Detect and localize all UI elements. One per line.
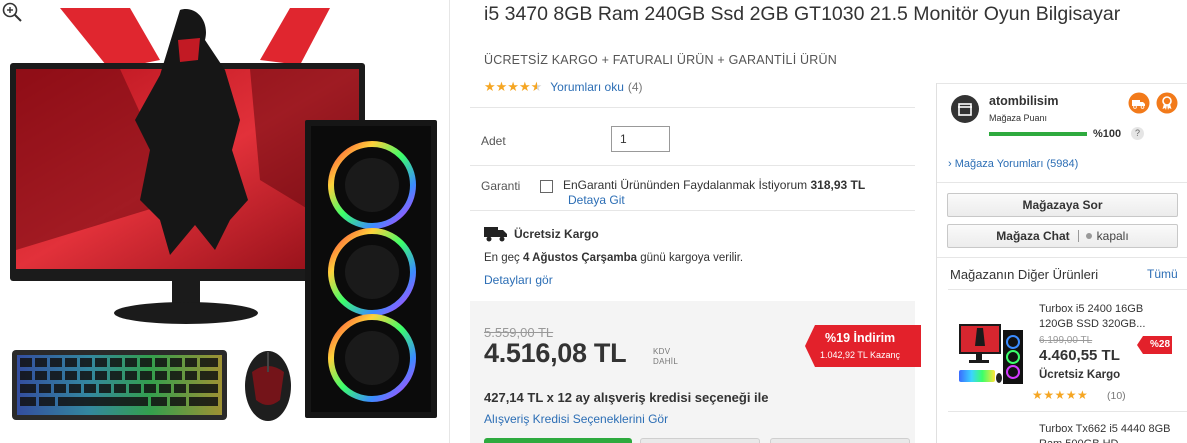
other-product-shipping: Ücretsiz Kargo (1039, 369, 1121, 381)
warranty-option-text: EnGaranti Ürününden Faydalanmak İstiyoru… (563, 178, 808, 192)
keyboard (12, 350, 227, 420)
vat-line-2: DAHİL (653, 357, 679, 366)
store-chat-button[interactable]: Mağaza Chat kapalı (947, 224, 1178, 248)
shipping-date: En geç 4 Ağustos Çarşamba günü kargoya v… (484, 252, 743, 264)
ask-store-button[interactable]: Mağazaya Sor (947, 193, 1178, 217)
seller-score-bar (989, 132, 1087, 136)
warranty-text: EnGaranti Ürününden Faydalanmak İstiyoru… (563, 178, 865, 192)
truck-icon (484, 227, 507, 242)
background-shape (60, 8, 160, 70)
other-product-reviews-count: (10) (1107, 390, 1126, 402)
fast-delivery-badge-icon (1128, 92, 1150, 114)
product-title: i5 3470 8GB Ram 240GB Ssd 2GB GT1030 21.… (484, 3, 1121, 25)
store-chat-label: Mağaza Chat (996, 229, 1070, 243)
other-product-price: 4.460,55 TL (1039, 347, 1120, 364)
other-product-discount: %28 (1150, 339, 1171, 350)
other-product-name[interactable]: Turbox i5 2400 16GB 120GB SSD 320GB... (1039, 302, 1179, 332)
seller-score-label: Mağaza Puanı (989, 113, 1048, 123)
divider (937, 83, 1187, 84)
shipping-date-prefix: En geç (484, 252, 520, 264)
background-shape (260, 8, 330, 65)
divider (948, 411, 1187, 412)
medal-badge-icon (1156, 92, 1178, 114)
product-subtitle: ÜCRETSİZ KARGO + FATURALI ÜRÜN + GARANTİ… (484, 53, 837, 67)
all-products-link[interactable]: Tümü (1147, 267, 1178, 281)
chat-status-dot (1085, 233, 1092, 239)
warranty-detail-link[interactable]: Detaya Git (568, 193, 625, 207)
secondary-action-button[interactable] (640, 438, 760, 443)
product-rating: ★★★★★ Yorumları oku (4) (484, 79, 643, 95)
warranty-checkbox[interactable] (540, 180, 553, 193)
installment-text: 427,14 TL x 12 ay alışveriş kredisi seçe… (484, 390, 769, 405)
store-reviews-link[interactable]: › Mağaza Yorumları (5984) (948, 158, 1078, 170)
other-product-thumbnail[interactable] (957, 316, 1029, 386)
divider (937, 257, 1187, 258)
quantity-label: Adet (481, 134, 506, 148)
other-product-name[interactable]: Turbox Tx662 i5 4440 8GB Ram 500GB HD... (1039, 422, 1179, 443)
divider (470, 210, 915, 211)
add-to-cart-button[interactable] (484, 438, 632, 443)
quantity-input[interactable] (611, 126, 670, 152)
monitor-stand (172, 279, 200, 303)
chat-status: kapalı (1096, 229, 1129, 243)
separator (1077, 230, 1079, 242)
reviews-count: (4) (627, 80, 643, 94)
divider (937, 182, 1187, 183)
seller-panel-divider (936, 83, 937, 443)
discount-amount: 1.042,92 TL Kazanç (820, 350, 901, 360)
zoom-in-icon[interactable] (0, 0, 24, 24)
vat-line-1: KDV (653, 347, 671, 356)
shipping-date-suffix: günü kargoya verilir. (640, 252, 744, 264)
mouse (245, 351, 291, 421)
rating-stars: ★★★★★ (484, 79, 543, 94)
other-product-old-price: 6.199,00 TL (1039, 335, 1093, 346)
product-image[interactable] (0, 0, 450, 443)
other-product-rating-stars: ★★★★★ (1032, 388, 1089, 402)
seller-name[interactable]: atombilisim (989, 94, 1058, 108)
read-reviews-link[interactable]: Yorumları oku (550, 80, 624, 94)
warranty-label: Garanti (481, 179, 521, 193)
shipping-date-value: 4 Ağustos Çarşamba (523, 252, 637, 264)
seller-score-value: %100 (1093, 128, 1122, 140)
free-shipping-title: Ücretsiz Kargo (514, 227, 599, 241)
gallery-divider (449, 0, 450, 443)
store-reviews-text[interactable]: Mağaza Yorumları (5984) (955, 158, 1079, 170)
other-products-title: Mağazanın Diğer Ürünleri (950, 267, 1099, 282)
monitor-base (114, 302, 258, 324)
credit-options-link[interactable]: Alışveriş Kredisi Seçeneklerini Gör (484, 412, 668, 426)
secondary-action-button[interactable] (770, 438, 910, 443)
warranty-price: 318,93 TL (810, 178, 866, 192)
discount-percent: %19 İndirim (825, 331, 896, 345)
vat-included-label: KDV DAHİL (653, 347, 678, 367)
product-image-gallery[interactable] (0, 0, 450, 443)
divider (470, 107, 915, 108)
divider (470, 165, 915, 166)
current-price: 4.516,08 TL (484, 338, 627, 368)
divider (948, 289, 1187, 290)
shipping-details-link[interactable]: Detayları gör (484, 273, 553, 287)
store-icon[interactable] (951, 95, 979, 123)
help-icon[interactable]: ? (1131, 127, 1144, 140)
